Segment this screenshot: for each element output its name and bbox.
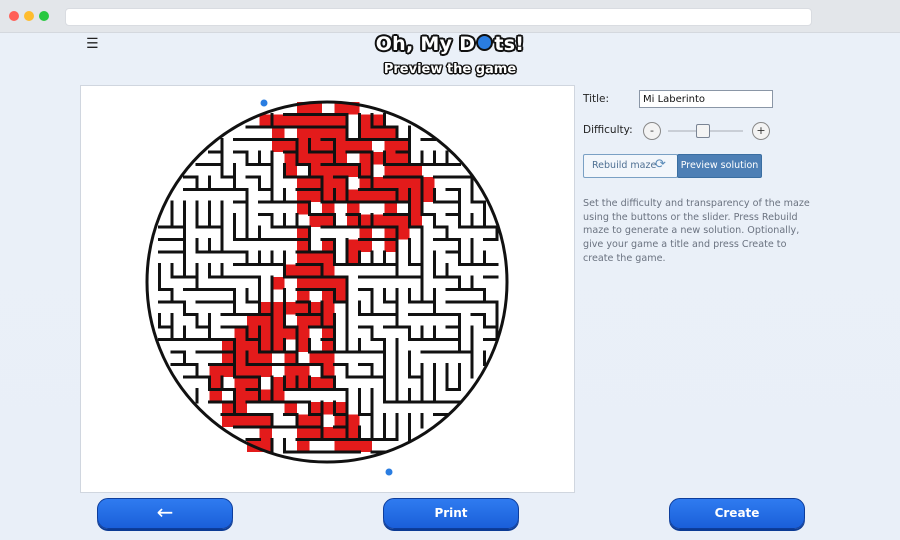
difficulty-slider-thumb[interactable]: [696, 124, 711, 138]
arrow-left-icon: ←: [156, 500, 174, 524]
refresh-icon: ⟳: [655, 157, 666, 172]
logo-dot-icon: [476, 34, 494, 51]
difficulty-decrease-button[interactable]: -: [643, 122, 661, 140]
back-button[interactable]: ←: [97, 498, 233, 529]
page: ☰ Oh, My Dts! Preview the game: [0, 33, 900, 540]
browser-chrome: [0, 0, 900, 33]
difficulty-increase-button[interactable]: +: [752, 122, 770, 140]
maximize-window-icon[interactable]: [39, 11, 49, 21]
logo: Oh, My Dts!: [375, 33, 525, 55]
help-text: Set the difficulty and transparency of t…: [583, 198, 810, 264]
title-label: Title:: [583, 93, 610, 105]
rebuild-maze-button[interactable]: Rebuild maze ⟳: [583, 154, 678, 178]
difficulty-label: Difficulty:: [583, 124, 633, 136]
print-button[interactable]: Print: [383, 498, 519, 529]
minimize-window-icon[interactable]: [24, 11, 34, 21]
address-bar[interactable]: [65, 8, 812, 26]
maze-start-marker: [260, 99, 268, 107]
maze-end-marker: [385, 468, 393, 476]
preview-solution-button[interactable]: Preview solution: [677, 154, 762, 178]
page-subtitle: Preview the game: [383, 62, 517, 77]
create-button[interactable]: Create: [669, 498, 805, 529]
title-input[interactable]: [639, 90, 773, 108]
rebuild-maze-label: Rebuild maze: [592, 160, 657, 171]
close-window-icon[interactable]: [9, 11, 19, 21]
maze-preview: [80, 85, 575, 493]
maze-svg: [145, 99, 509, 476]
